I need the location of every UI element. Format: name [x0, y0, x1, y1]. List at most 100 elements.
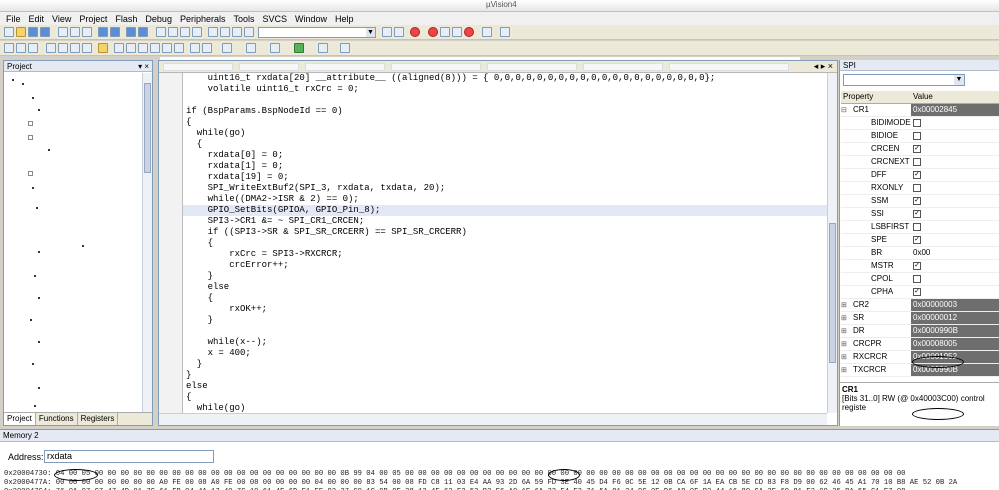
editor-tab[interactable] — [163, 63, 233, 71]
code-line[interactable]: 050if (BspParams.BspNodeId == 0) — [183, 106, 827, 117]
spi-row-value[interactable]: 0x00 — [911, 247, 999, 259]
code-line[interactable]: 058 while((DMA2->ISR & 2) == 0); — [183, 194, 827, 205]
spi-row-cpha[interactable]: CPHA ✓ — [841, 286, 999, 299]
code-line[interactable]: 074} — [183, 370, 827, 381]
chevron-down-icon[interactable]: ▼ — [366, 28, 375, 37]
bit-checkbox[interactable]: ✓ — [913, 210, 921, 218]
project-tree[interactable] — [8, 75, 138, 410]
code-line[interactable]: 053 { — [183, 139, 827, 150]
tree-item[interactable] — [38, 387, 40, 389]
run-to-cursor-icon[interactable] — [82, 43, 92, 53]
tab-project[interactable]: Project — [4, 413, 36, 425]
memory-window-icon[interactable] — [190, 43, 200, 53]
code-line[interactable]: 059 GPIO_SetBits(GPIOA, GPIO_Pin_8); — [183, 205, 827, 216]
code-line[interactable]: 051{ — [183, 117, 827, 128]
bit-checkbox[interactable] — [913, 223, 921, 231]
tree-item[interactable] — [34, 405, 36, 407]
code-line[interactable]: 052 while(go) — [183, 128, 827, 139]
command-window-icon[interactable] — [114, 43, 124, 53]
nav-forward-icon[interactable] — [138, 27, 148, 37]
tree-item[interactable] — [34, 275, 36, 277]
system-viewer-icon[interactable] — [270, 43, 280, 53]
menu-item-file[interactable]: File — [6, 14, 21, 24]
code-line[interactable]: 048 volatile uint16_t rxCrc = 0; — [183, 84, 827, 95]
spi-row-crcen[interactable]: CRCEN ✓ — [841, 143, 999, 156]
code-line[interactable]: 070 — [183, 326, 827, 337]
editor-tab[interactable] — [305, 63, 385, 71]
code-line[interactable]: 071 while(x--); — [183, 337, 827, 348]
spi-row-rxonly[interactable]: RXONLY — [841, 182, 999, 195]
redo-icon[interactable] — [110, 27, 120, 37]
undo-icon[interactable] — [98, 27, 108, 37]
bit-checkbox[interactable]: ✓ — [913, 145, 921, 153]
spi-row-mstr[interactable]: MSTR ✓ — [841, 260, 999, 273]
run-icon[interactable] — [16, 43, 26, 53]
expand-icon[interactable]: ⊞ — [841, 300, 848, 312]
pane-close-icon[interactable]: ▾ × — [138, 61, 149, 72]
spi-row-lsbfirst[interactable]: LSBFIRST — [841, 221, 999, 234]
spi-row-cpol[interactable]: CPOL — [841, 273, 999, 286]
code-line[interactable]: 077 while(go) — [183, 403, 827, 413]
tree-item[interactable] — [32, 363, 34, 365]
editor-tab[interactable] — [487, 63, 577, 71]
expand-icon[interactable]: ⊞ — [841, 352, 848, 364]
copy-icon[interactable] — [70, 27, 80, 37]
tree-item[interactable] — [32, 97, 34, 99]
step-out-icon[interactable] — [70, 43, 80, 53]
menu-item-edit[interactable]: Edit — [29, 14, 45, 24]
menu-item-svcs[interactable]: SVCS — [263, 14, 288, 24]
debug-icon[interactable] — [410, 27, 420, 37]
code-line[interactable]: 065 } — [183, 271, 827, 282]
expand-icon[interactable]: ⊞ — [841, 326, 848, 338]
editor-vertical-scrollbar[interactable] — [827, 73, 837, 413]
reset-icon[interactable] — [4, 43, 14, 53]
code-line[interactable]: 073 } — [183, 359, 827, 370]
menu-item-debug[interactable]: Debug — [145, 14, 172, 24]
options-icon[interactable] — [340, 43, 350, 53]
tree-item[interactable] — [36, 207, 38, 209]
step-into-icon[interactable] — [46, 43, 56, 53]
tree-item[interactable] — [38, 109, 40, 111]
symbols-window-icon[interactable] — [138, 43, 148, 53]
configure-icon[interactable] — [500, 27, 510, 37]
spi-row-ssm[interactable]: SSM ✓ — [841, 195, 999, 208]
spi-row-sr[interactable]: ⊞ SR 0x00000012 — [841, 312, 999, 325]
spi-row-bidimode[interactable]: BIDIMODE — [841, 117, 999, 130]
project-scrollbar[interactable] — [142, 73, 152, 413]
kill-breakpoints-icon[interactable] — [464, 27, 474, 37]
code-line[interactable]: 061 if ((SPI3->SR & SPI_SR_CRCERR) == SP… — [183, 227, 827, 238]
uncomment-icon[interactable] — [244, 27, 254, 37]
bit-checkbox[interactable] — [913, 184, 921, 192]
bit-checkbox[interactable]: ✓ — [913, 171, 921, 179]
comment-icon[interactable] — [232, 27, 242, 37]
code-line[interactable]: 062 { — [183, 238, 827, 249]
code-line[interactable]: 057 SPI_WriteExtBuf2(SPI_3, rxdata, txda… — [183, 183, 827, 194]
tab-registers[interactable]: Registers — [78, 413, 119, 425]
tree-expand-icon[interactable] — [28, 121, 33, 126]
expand-icon[interactable]: ⊞ — [841, 339, 848, 351]
code-line[interactable]: 047 uint16_t rxdata[20] __attribute__ ((… — [183, 73, 827, 84]
spi-row-value[interactable]: 0x0000990B — [911, 325, 999, 337]
find-in-files-icon[interactable] — [382, 27, 392, 37]
bit-checkbox[interactable] — [913, 275, 921, 283]
menu-item-view[interactable]: View — [52, 14, 71, 24]
code-line[interactable]: 063 rxCrc = SPI3->RXCRCR; — [183, 249, 827, 260]
tree-item[interactable] — [38, 297, 40, 299]
collapse-icon[interactable]: ⊟ — [841, 105, 848, 117]
call-stack-icon[interactable] — [162, 43, 172, 53]
editor-close-icon[interactable]: ◂ ▸ × — [814, 61, 833, 72]
bit-checkbox[interactable] — [913, 158, 921, 166]
memory-line[interactable]: 0x20004730: 04 00 05 00 00 00 00 00 00 0… — [4, 470, 905, 479]
spi-row-value[interactable]: 0x00000003 — [911, 299, 999, 311]
code-line[interactable]: 072 x = 400; — [183, 348, 827, 359]
bit-checkbox[interactable]: ✓ — [913, 236, 921, 244]
trace-window-icon[interactable] — [246, 43, 256, 53]
tree-item[interactable] — [38, 341, 40, 343]
code-line[interactable]: 069 } — [183, 315, 827, 326]
code-line[interactable]: 067 { — [183, 293, 827, 304]
watch-window-icon[interactable] — [174, 43, 184, 53]
editor-horizontal-scrollbar[interactable] — [159, 413, 827, 425]
tree-expand-icon[interactable] — [28, 135, 33, 140]
spi-select-combo[interactable]: ▼ — [843, 74, 965, 86]
code-area[interactable]: 047 uint16_t rxdata[20] __attribute__ ((… — [183, 73, 827, 413]
